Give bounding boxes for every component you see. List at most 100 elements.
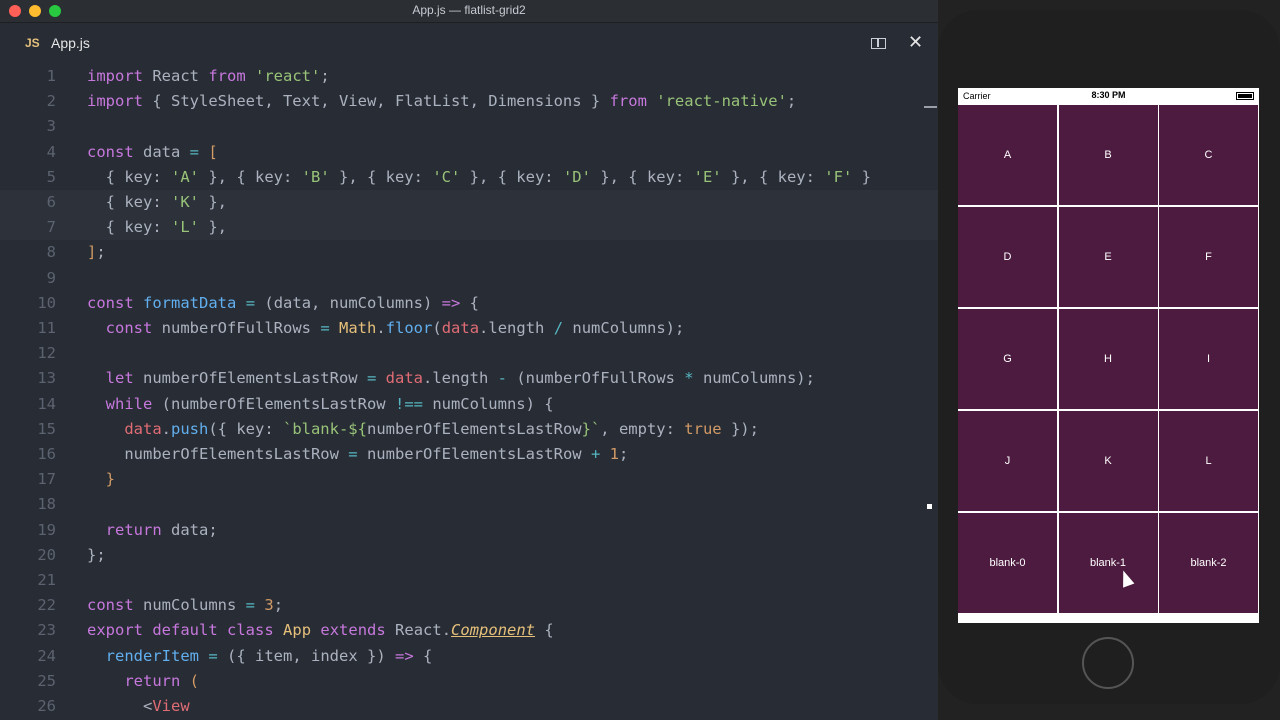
code-text: }; <box>87 545 106 564</box>
code-line[interactable]: 12 <box>0 341 938 366</box>
title-bar: App.js — flatlist-grid2 <box>0 0 938 23</box>
line-number: 17 <box>37 470 56 489</box>
code-line[interactable]: 9 <box>0 266 938 291</box>
code-line[interactable]: 24 renderItem = ({ item, index }) => { <box>0 644 938 669</box>
code-line[interactable]: 25 return ( <box>0 669 938 694</box>
scrollbar-thumb[interactable] <box>927 504 932 509</box>
code-line[interactable]: 3 <box>0 114 938 139</box>
grid-item[interactable]: blank-0 <box>958 513 1057 613</box>
code-editor[interactable]: 1 import React from 'react'; 2 import { Sty… <box>0 63 938 720</box>
line-number: 11 <box>37 319 56 337</box>
code-text: <View <box>87 697 190 715</box>
js-file-icon: JS <box>25 36 40 50</box>
code-text: const numColumns = 3; <box>87 596 284 615</box>
code-text: { key: 'L' }, <box>87 218 227 237</box>
line-number: 21 <box>37 571 56 589</box>
line-number: 23 <box>37 621 56 640</box>
line-number: 1 <box>46 67 56 85</box>
code-text: import { StyleSheet, Text, View, FlatLis… <box>87 92 797 111</box>
code-text: ]; <box>87 243 106 262</box>
line-number: 18 <box>37 495 56 514</box>
code-line[interactable]: 19 return data; <box>0 518 938 543</box>
scrollbar-marker <box>924 106 937 108</box>
line-number: 4 <box>46 142 56 161</box>
line-number: 26 <box>37 697 56 715</box>
code-line[interactable]: 22 const numColumns = 3; <box>0 593 938 618</box>
code-line[interactable]: 7 { key: 'L' }, <box>0 215 938 241</box>
line-number: 14 <box>37 394 56 413</box>
code-text: export default class App extends React.C… <box>87 621 554 640</box>
line-number: 10 <box>37 293 56 312</box>
code-text: let numberOfElementsLastRow = data.lengt… <box>105 369 815 388</box>
grid-item[interactable]: F <box>1159 207 1258 307</box>
line-number: 20 <box>37 545 56 564</box>
grid-item[interactable]: B <box>1058 105 1158 205</box>
code-line[interactable]: 21 <box>0 568 938 593</box>
code-text: { key: 'A' }, { key: 'B' }, { key: 'C' }… <box>87 167 871 186</box>
code-editor-window: App.js — flatlist-grid2 JS App.js ✕ 1 imp… <box>0 0 938 720</box>
code-line[interactable]: 26 <View <box>0 694 938 719</box>
code-text: } <box>105 470 116 489</box>
phone-screen: Carrier 8:30 PM A B C D E F G H I J K Lblank-0 blank… <box>958 88 1259 623</box>
window-title: App.js — flatlist-grid2 <box>412 3 526 17</box>
code-line[interactable]: 11 const numberOfFullRows = Math.floor(d… <box>0 316 938 341</box>
code-line[interactable]: 10 const formatData = (data, numColumns) … <box>0 291 938 316</box>
code-line[interactable]: 8]; <box>0 240 938 265</box>
line-number: 22 <box>37 596 56 615</box>
grid-item[interactable]: K <box>1058 411 1158 511</box>
line-number: 16 <box>37 445 56 463</box>
line-number: 9 <box>46 268 56 287</box>
code-line[interactable]: 17 } <box>0 467 938 492</box>
grid-item[interactable]: L <box>1159 411 1258 511</box>
code-text: const numberOfFullRows = Math.floor(data… <box>105 319 685 337</box>
line-number: 6 <box>46 193 56 211</box>
code-text: while (numberOfElementsLastRow !== numCo… <box>105 394 554 413</box>
code-text: renderItem = ({ item, index }) => { <box>105 646 433 665</box>
code-text: const formatData = (data, numColumns) =>… <box>87 293 480 312</box>
grid-item[interactable]: A <box>958 105 1057 205</box>
code-line[interactable]: 6 { key: 'K' }, <box>0 190 938 215</box>
code-text: import React from 'react'; <box>87 67 330 85</box>
code-line[interactable]: 13 let numberOfElementsLastRow = data.le… <box>0 366 938 391</box>
code-line[interactable]: 15 data.push({ key: `blank-${numberOfEle… <box>0 417 938 442</box>
grid-item[interactable]: H <box>1058 309 1158 409</box>
grid-item[interactable]: E <box>1058 207 1158 307</box>
line-number: 15 <box>37 419 56 438</box>
code-line[interactable]: 20}; <box>0 543 938 568</box>
code-line[interactable]: 5 { key: 'A' }, { key: 'B' }, { key: 'C'… <box>0 165 938 190</box>
grid-item[interactable]: G <box>958 309 1057 409</box>
code-text: { key: 'K' }, <box>87 193 227 211</box>
battery-icon <box>1236 92 1254 100</box>
grid-item[interactable]: C <box>1159 105 1258 205</box>
code-text: numberOfElementsLastRow = numberOfElemen… <box>87 445 629 463</box>
line-number: 2 <box>46 92 56 111</box>
line-number: 7 <box>46 218 56 237</box>
close-tab-icon[interactable]: ✕ <box>908 32 923 53</box>
status-time: 8:30 PM <box>1091 90 1126 100</box>
code-text: return data; <box>105 520 218 539</box>
grid-item[interactable]: D <box>958 207 1057 307</box>
code-line[interactable]: 2 import { StyleSheet, Text, View, FlatLi… <box>0 89 938 114</box>
home-button[interactable] <box>1082 637 1134 689</box>
line-number: 19 <box>37 520 56 539</box>
tab-app-js[interactable]: App.js <box>51 35 90 51</box>
code-line[interactable]: 14 while (numberOfElementsLastRow !== nu… <box>0 392 938 417</box>
code-text: data.push({ key: `blank-${numberOfElemen… <box>124 419 759 438</box>
code-text: const data = [ <box>87 142 218 161</box>
code-text: return ( <box>124 671 200 690</box>
code-line[interactable]: 1 import React from 'react'; <box>0 64 938 89</box>
split-pane-icon[interactable] <box>871 38 886 49</box>
code-line[interactable]: 23 export default class App extends React… <box>0 618 938 643</box>
grid-item[interactable]: J <box>958 411 1057 511</box>
grid-item[interactable]: blank-1 <box>1058 513 1158 613</box>
status-bar: Carrier 8:30 PM <box>958 88 1259 104</box>
line-number: 24 <box>37 646 56 665</box>
tab-bar: JS App.js ✕ <box>0 23 938 63</box>
grid-item[interactable]: blank-2 <box>1159 513 1258 613</box>
grid-item[interactable]: I <box>1159 309 1258 409</box>
code-line[interactable]: 18 <box>0 492 938 517</box>
line-number: 25 <box>37 671 56 690</box>
line-number: 5 <box>46 167 56 186</box>
code-line[interactable]: 16 numberOfElementsLastRow = numberOfEle… <box>0 442 938 467</box>
code-line[interactable]: 4 const data = [ <box>0 140 938 165</box>
